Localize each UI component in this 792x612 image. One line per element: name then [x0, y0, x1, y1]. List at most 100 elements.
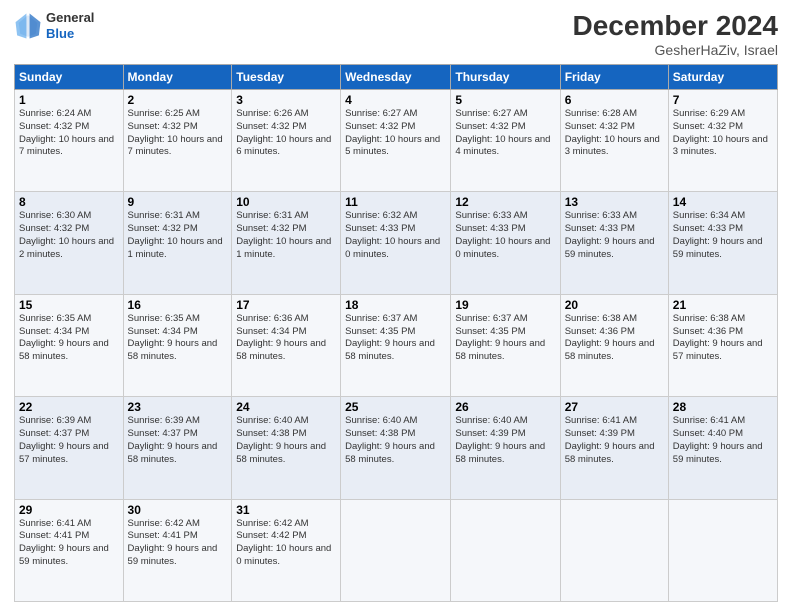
calendar-cell: 20 Sunrise: 6:38 AMSunset: 4:36 PMDaylig… [560, 294, 668, 396]
page-title: December 2024 [573, 10, 778, 42]
day-number: 20 [565, 298, 664, 312]
day-detail: Sunrise: 6:39 AMSunset: 4:37 PMDaylight:… [19, 415, 119, 466]
day-number: 14 [673, 195, 773, 209]
calendar-cell [668, 499, 777, 601]
calendar-cell: 26 Sunrise: 6:40 AMSunset: 4:39 PMDaylig… [451, 397, 560, 499]
col-header-saturday: Saturday [668, 65, 777, 90]
day-number: 18 [345, 298, 446, 312]
day-number: 1 [19, 93, 119, 107]
calendar-cell: 10 Sunrise: 6:31 AMSunset: 4:32 PMDaylig… [232, 192, 341, 294]
day-number: 23 [128, 400, 228, 414]
day-detail: Sunrise: 6:35 AMSunset: 4:34 PMDaylight:… [19, 313, 119, 364]
header: General Blue December 2024 GesherHaZiv, … [14, 10, 778, 58]
page-subtitle: GesherHaZiv, Israel [573, 42, 778, 58]
calendar-cell: 1 Sunrise: 6:24 AMSunset: 4:32 PMDayligh… [15, 90, 124, 192]
logo-text: General Blue [46, 10, 94, 41]
day-detail: Sunrise: 6:29 AMSunset: 4:32 PMDaylight:… [673, 108, 773, 159]
day-number: 17 [236, 298, 336, 312]
day-number: 31 [236, 503, 336, 517]
calendar-cell: 21 Sunrise: 6:38 AMSunset: 4:36 PMDaylig… [668, 294, 777, 396]
col-header-tuesday: Tuesday [232, 65, 341, 90]
day-detail: Sunrise: 6:38 AMSunset: 4:36 PMDaylight:… [565, 313, 664, 364]
day-number: 24 [236, 400, 336, 414]
day-number: 13 [565, 195, 664, 209]
calendar-cell: 6 Sunrise: 6:28 AMSunset: 4:32 PMDayligh… [560, 90, 668, 192]
day-number: 21 [673, 298, 773, 312]
day-detail: Sunrise: 6:40 AMSunset: 4:38 PMDaylight:… [236, 415, 336, 466]
day-detail: Sunrise: 6:25 AMSunset: 4:32 PMDaylight:… [128, 108, 228, 159]
calendar-cell: 27 Sunrise: 6:41 AMSunset: 4:39 PMDaylig… [560, 397, 668, 499]
logo-blue: Blue [46, 26, 94, 42]
day-detail: Sunrise: 6:40 AMSunset: 4:39 PMDaylight:… [455, 415, 555, 466]
day-detail: Sunrise: 6:24 AMSunset: 4:32 PMDaylight:… [19, 108, 119, 159]
calendar-cell: 22 Sunrise: 6:39 AMSunset: 4:37 PMDaylig… [15, 397, 124, 499]
day-detail: Sunrise: 6:42 AMSunset: 4:42 PMDaylight:… [236, 518, 336, 569]
calendar-cell: 28 Sunrise: 6:41 AMSunset: 4:40 PMDaylig… [668, 397, 777, 499]
col-header-thursday: Thursday [451, 65, 560, 90]
week-row-1: 1 Sunrise: 6:24 AMSunset: 4:32 PMDayligh… [15, 90, 778, 192]
day-detail: Sunrise: 6:41 AMSunset: 4:41 PMDaylight:… [19, 518, 119, 569]
day-number: 27 [565, 400, 664, 414]
calendar-cell: 7 Sunrise: 6:29 AMSunset: 4:32 PMDayligh… [668, 90, 777, 192]
calendar-cell: 30 Sunrise: 6:42 AMSunset: 4:41 PMDaylig… [123, 499, 232, 601]
day-detail: Sunrise: 6:33 AMSunset: 4:33 PMDaylight:… [565, 210, 664, 261]
day-detail: Sunrise: 6:39 AMSunset: 4:37 PMDaylight:… [128, 415, 228, 466]
day-detail: Sunrise: 6:41 AMSunset: 4:39 PMDaylight:… [565, 415, 664, 466]
calendar-cell: 19 Sunrise: 6:37 AMSunset: 4:35 PMDaylig… [451, 294, 560, 396]
calendar-cell: 4 Sunrise: 6:27 AMSunset: 4:32 PMDayligh… [341, 90, 451, 192]
logo: General Blue [14, 10, 94, 41]
calendar-cell: 9 Sunrise: 6:31 AMSunset: 4:32 PMDayligh… [123, 192, 232, 294]
day-detail: Sunrise: 6:34 AMSunset: 4:33 PMDaylight:… [673, 210, 773, 261]
day-number: 16 [128, 298, 228, 312]
day-number: 9 [128, 195, 228, 209]
day-detail: Sunrise: 6:37 AMSunset: 4:35 PMDaylight:… [345, 313, 446, 364]
day-number: 8 [19, 195, 119, 209]
calendar-cell: 23 Sunrise: 6:39 AMSunset: 4:37 PMDaylig… [123, 397, 232, 499]
calendar-cell: 25 Sunrise: 6:40 AMSunset: 4:38 PMDaylig… [341, 397, 451, 499]
calendar-cell: 3 Sunrise: 6:26 AMSunset: 4:32 PMDayligh… [232, 90, 341, 192]
day-number: 3 [236, 93, 336, 107]
day-number: 28 [673, 400, 773, 414]
day-detail: Sunrise: 6:42 AMSunset: 4:41 PMDaylight:… [128, 518, 228, 569]
day-number: 4 [345, 93, 446, 107]
calendar-cell: 8 Sunrise: 6:30 AMSunset: 4:32 PMDayligh… [15, 192, 124, 294]
day-detail: Sunrise: 6:26 AMSunset: 4:32 PMDaylight:… [236, 108, 336, 159]
day-number: 22 [19, 400, 119, 414]
day-number: 26 [455, 400, 555, 414]
day-number: 15 [19, 298, 119, 312]
day-detail: Sunrise: 6:38 AMSunset: 4:36 PMDaylight:… [673, 313, 773, 364]
day-detail: Sunrise: 6:31 AMSunset: 4:32 PMDaylight:… [236, 210, 336, 261]
calendar-cell: 18 Sunrise: 6:37 AMSunset: 4:35 PMDaylig… [341, 294, 451, 396]
calendar-cell: 31 Sunrise: 6:42 AMSunset: 4:42 PMDaylig… [232, 499, 341, 601]
day-detail: Sunrise: 6:36 AMSunset: 4:34 PMDaylight:… [236, 313, 336, 364]
day-number: 25 [345, 400, 446, 414]
page: General Blue December 2024 GesherHaZiv, … [0, 0, 792, 612]
col-header-sunday: Sunday [15, 65, 124, 90]
day-number: 6 [565, 93, 664, 107]
calendar-header-row: SundayMondayTuesdayWednesdayThursdayFrid… [15, 65, 778, 90]
calendar-cell: 2 Sunrise: 6:25 AMSunset: 4:32 PMDayligh… [123, 90, 232, 192]
col-header-friday: Friday [560, 65, 668, 90]
calendar-cell: 17 Sunrise: 6:36 AMSunset: 4:34 PMDaylig… [232, 294, 341, 396]
col-header-monday: Monday [123, 65, 232, 90]
calendar-cell: 12 Sunrise: 6:33 AMSunset: 4:33 PMDaylig… [451, 192, 560, 294]
day-detail: Sunrise: 6:27 AMSunset: 4:32 PMDaylight:… [455, 108, 555, 159]
calendar-cell: 16 Sunrise: 6:35 AMSunset: 4:34 PMDaylig… [123, 294, 232, 396]
calendar-cell: 14 Sunrise: 6:34 AMSunset: 4:33 PMDaylig… [668, 192, 777, 294]
day-number: 12 [455, 195, 555, 209]
week-row-2: 8 Sunrise: 6:30 AMSunset: 4:32 PMDayligh… [15, 192, 778, 294]
day-number: 7 [673, 93, 773, 107]
week-row-3: 15 Sunrise: 6:35 AMSunset: 4:34 PMDaylig… [15, 294, 778, 396]
calendar-cell [341, 499, 451, 601]
day-number: 30 [128, 503, 228, 517]
calendar-cell: 24 Sunrise: 6:40 AMSunset: 4:38 PMDaylig… [232, 397, 341, 499]
calendar-table: SundayMondayTuesdayWednesdayThursdayFrid… [14, 64, 778, 602]
day-detail: Sunrise: 6:27 AMSunset: 4:32 PMDaylight:… [345, 108, 446, 159]
calendar-cell: 11 Sunrise: 6:32 AMSunset: 4:33 PMDaylig… [341, 192, 451, 294]
day-detail: Sunrise: 6:28 AMSunset: 4:32 PMDaylight:… [565, 108, 664, 159]
day-number: 5 [455, 93, 555, 107]
week-row-4: 22 Sunrise: 6:39 AMSunset: 4:37 PMDaylig… [15, 397, 778, 499]
day-detail: Sunrise: 6:32 AMSunset: 4:33 PMDaylight:… [345, 210, 446, 261]
day-number: 11 [345, 195, 446, 209]
calendar-cell [560, 499, 668, 601]
